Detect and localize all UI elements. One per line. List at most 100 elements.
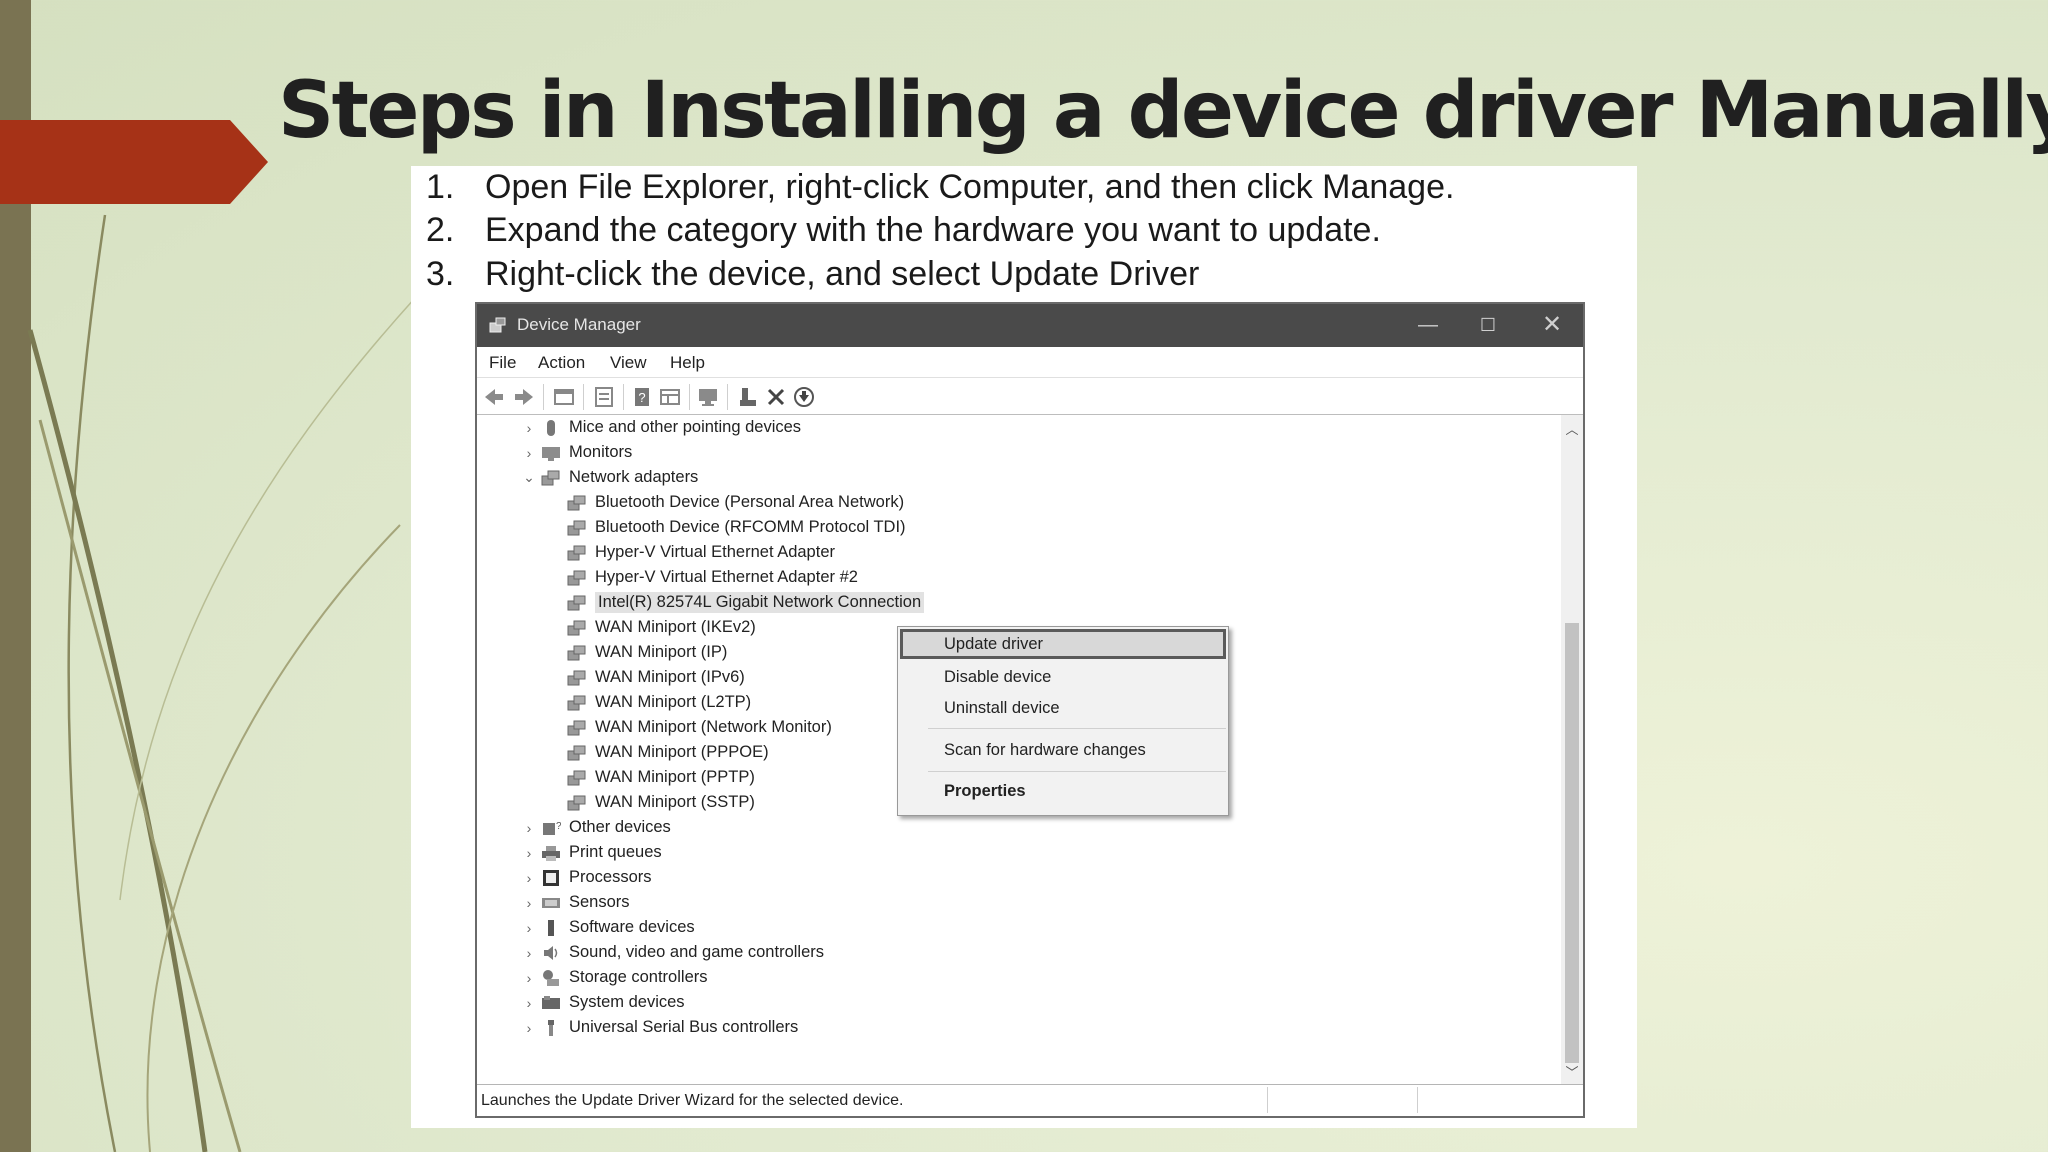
processor-icon (543, 869, 559, 886)
tree-category-row[interactable]: ›? Other devices (517, 815, 671, 840)
menu-item-disable-device[interactable]: Disable device (900, 662, 1226, 692)
maximize-button[interactable]: ☐ (1463, 307, 1513, 343)
tree-item-label: Bluetooth Device (RFCOMM Protocol TDI) (595, 518, 906, 536)
tree-item-label: WAN Miniport (SSTP) (595, 793, 755, 811)
expand-chevron[interactable]: › (517, 920, 541, 936)
tree-device-row[interactable]: WAN Miniport (PPPOE) (567, 740, 769, 765)
printer-icon (542, 845, 560, 861)
uninstall-icon[interactable] (765, 386, 787, 408)
vertical-scrollbar[interactable]: ︿ ﹀ (1561, 415, 1583, 1085)
scroll-up-icon[interactable]: ︿ (1561, 419, 1583, 438)
scroll-down-icon[interactable]: ﹀ (1561, 1062, 1583, 1081)
tree-device-row[interactable]: WAN Miniport (SSTP) (567, 790, 755, 815)
tree-item-label: Sensors (569, 893, 630, 911)
tree-device-row[interactable]: WAN Miniport (PPTP) (567, 765, 755, 790)
tree-device-row[interactable]: Bluetooth Device (Personal Area Network) (567, 490, 904, 515)
tree-device-row[interactable]: WAN Miniport (L2TP) (567, 690, 751, 715)
tree-item-label: System devices (569, 993, 685, 1011)
tree-device-row[interactable]: Hyper-V Virtual Ethernet Adapter (567, 540, 835, 565)
step-text: Expand the category with the hardware yo… (485, 211, 1381, 249)
tree-category-row[interactable]: › System devices (517, 990, 685, 1015)
step-number: 1. (426, 168, 455, 206)
menu-item-uninstall-device[interactable]: Uninstall device (900, 693, 1226, 723)
show-hide-console-icon[interactable] (553, 386, 575, 408)
forward-icon[interactable] (513, 386, 535, 408)
close-button[interactable]: ✕ (1527, 307, 1577, 343)
tree-category-row[interactable]: › Software devices (517, 915, 695, 940)
tree-category-row[interactable]: › Sensors (517, 890, 630, 915)
expand-chevron[interactable]: › (517, 845, 541, 861)
collapse-chevron[interactable]: ⌄ (517, 469, 541, 486)
step-2: 2. Expand the category with the hardware… (426, 211, 1381, 250)
tree-device-row[interactable]: WAN Miniport (IP) (567, 640, 727, 665)
view-icon[interactable] (659, 386, 681, 408)
monitor-icon (542, 446, 560, 461)
menu-item-properties[interactable]: Properties (900, 776, 1226, 806)
tree-category-row[interactable]: ⌄ Network adapters (517, 465, 698, 490)
menu-file[interactable]: File (489, 353, 516, 373)
tree-category-row[interactable]: › Print queues (517, 840, 662, 865)
menu-item-scan-hardware[interactable]: Scan for hardware changes (900, 735, 1226, 765)
tree-category-row[interactable]: › Monitors (517, 440, 633, 465)
step-text: Right-click the device, and select Updat… (485, 255, 1200, 293)
tree-category-row[interactable]: › Processors (517, 865, 652, 890)
menu-help[interactable]: Help (670, 353, 705, 373)
network-adapter-icon (567, 670, 586, 685)
other-devices-icon: ? (543, 821, 561, 835)
window-titlebar[interactable]: Device Manager — ☐ ✕ (477, 304, 1583, 347)
scan-hardware-icon[interactable] (697, 386, 719, 408)
enable-device-icon[interactable] (793, 386, 815, 408)
back-icon[interactable] (483, 386, 505, 408)
menu-view[interactable]: View (610, 353, 647, 373)
tree-category-row[interactable]: › Mice and other pointing devices (517, 415, 801, 440)
menu-bar: File Action View Help (477, 347, 1583, 378)
expand-chevron[interactable]: › (517, 945, 541, 961)
tree-item-label: WAN Miniport (L2TP) (595, 693, 752, 711)
step-1: 1. Open File Explorer, right-click Compu… (426, 168, 1454, 207)
system-icon (542, 995, 560, 1009)
tree-item-label: Print queues (569, 843, 662, 861)
tree-device-row[interactable]: Bluetooth Device (RFCOMM Protocol TDI) (567, 515, 906, 540)
tree-item-label: Hyper-V Virtual Ethernet Adapter (595, 543, 835, 561)
tree-item-label: WAN Miniport (IP) (595, 643, 728, 661)
expand-chevron[interactable]: › (517, 970, 541, 986)
properties-sheet-icon[interactable] (593, 386, 615, 408)
tree-item-label: WAN Miniport (IPv6) (595, 668, 745, 686)
sensor-icon (542, 897, 560, 908)
tree-device-row[interactable]: Hyper-V Virtual Ethernet Adapter #2 (567, 565, 858, 590)
tree-item-label: Universal Serial Bus controllers (569, 1018, 799, 1036)
tree-item-label: WAN Miniport (Network Monitor) (595, 718, 832, 736)
tree-category-row[interactable]: › Universal Serial Bus controllers (517, 1015, 799, 1040)
expand-chevron[interactable]: › (517, 420, 541, 436)
menu-action[interactable]: Action (538, 353, 585, 373)
tree-device-row[interactable]: WAN Miniport (IPv6) (567, 665, 745, 690)
expand-chevron[interactable]: › (517, 895, 541, 911)
update-driver-icon[interactable] (737, 386, 759, 408)
expand-chevron[interactable]: › (517, 1020, 541, 1036)
network-adapter-icon (567, 495, 586, 510)
expand-chevron[interactable]: › (517, 870, 541, 886)
help-icon[interactable]: ? (631, 386, 653, 408)
tree-category-row[interactable]: › Storage controllers (517, 965, 708, 990)
device-manager-icon (489, 317, 506, 333)
scrollbar-thumb[interactable] (1565, 623, 1579, 1063)
tree-item-label: Hyper-V Virtual Ethernet Adapter #2 (595, 568, 858, 586)
tree-item-label: Storage controllers (569, 968, 708, 986)
expand-chevron[interactable]: › (517, 820, 541, 836)
svg-text:?: ? (556, 821, 561, 832)
network-icon (541, 470, 560, 485)
tree-device-row-selected[interactable]: Intel(R) 82574L Gigabit Network Connecti… (567, 590, 925, 615)
tree-device-row[interactable]: WAN Miniport (Network Monitor) (567, 715, 832, 740)
status-text: Launches the Update Driver Wizard for th… (481, 1092, 904, 1109)
expand-chevron[interactable]: › (517, 445, 541, 461)
tree-category-row[interactable]: › Sound, video and game controllers (517, 940, 824, 965)
menu-separator (928, 728, 1226, 729)
tree-item-label: WAN Miniport (PPPOE) (595, 743, 769, 761)
expand-chevron[interactable]: › (517, 995, 541, 1011)
menu-item-update-driver[interactable]: Update driver (900, 629, 1226, 659)
tree-item-label: Processors (569, 868, 652, 886)
window-title: Device Manager (517, 315, 641, 334)
tree-device-row[interactable]: WAN Miniport (IKEv2) (567, 615, 756, 640)
minimize-button[interactable]: — (1403, 307, 1453, 343)
step-number: 3. (426, 255, 455, 293)
